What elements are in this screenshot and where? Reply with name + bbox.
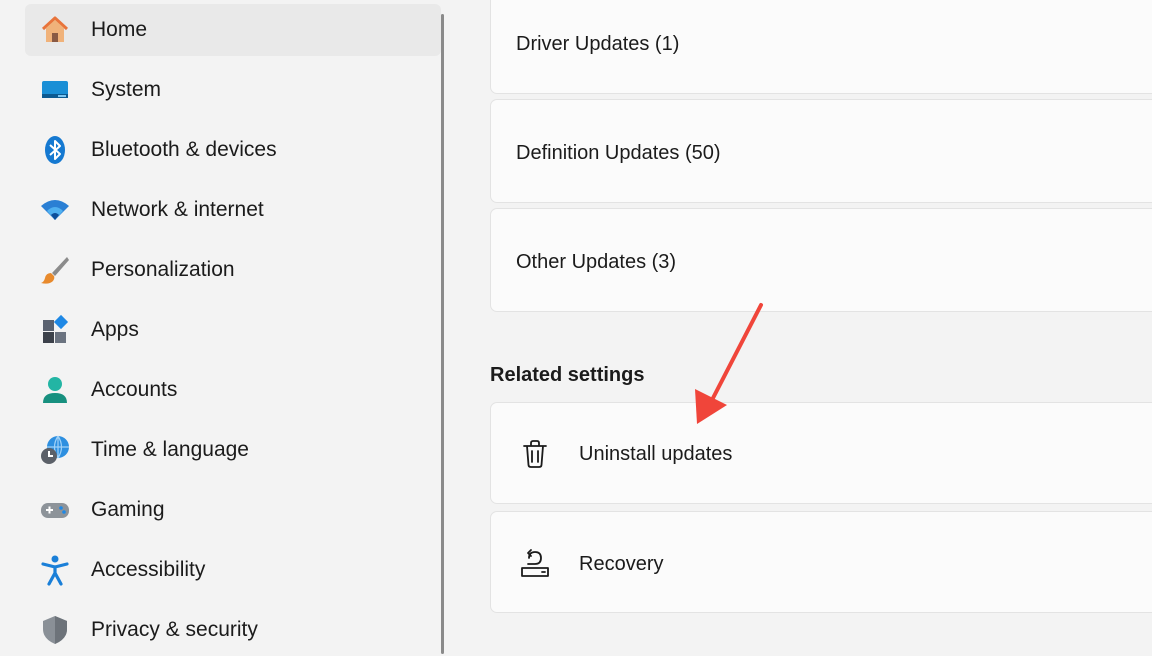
related-settings-title: Related settings bbox=[490, 364, 645, 386]
sidebar-item-accessibility[interactable]: Accessibility bbox=[25, 544, 441, 596]
card-label: Driver Updates (1) bbox=[516, 33, 680, 55]
uninstall-updates-card[interactable]: Uninstall updates bbox=[490, 402, 1152, 504]
wifi-icon bbox=[39, 194, 71, 226]
driver-updates-card[interactable]: Driver Updates (1) bbox=[490, 0, 1152, 94]
system-icon bbox=[39, 74, 71, 106]
recovery-card[interactable]: Recovery bbox=[490, 511, 1152, 613]
sidebar-item-label: Network & internet bbox=[91, 198, 264, 221]
other-updates-card[interactable]: Other Updates (3) bbox=[490, 208, 1152, 312]
card-label: Other Updates (3) bbox=[516, 251, 677, 273]
sidebar-item-personalization[interactable]: Personalization bbox=[25, 244, 441, 296]
shield-icon bbox=[39, 614, 71, 646]
sidebar-item-label: Privacy & security bbox=[91, 618, 258, 641]
sidebar-item-accounts[interactable]: Accounts bbox=[25, 364, 441, 416]
sidebar-item-label: System bbox=[91, 78, 162, 101]
sidebar-item-label: Personalization bbox=[91, 258, 235, 281]
sidebar-item-label: Accessibility bbox=[91, 558, 206, 581]
sidebar-item-label: Time & language bbox=[91, 438, 249, 461]
sidebar-item-label: Apps bbox=[91, 318, 139, 341]
sidebar-item-label: Home bbox=[91, 18, 148, 41]
sidebar-item-label: Gaming bbox=[91, 498, 165, 521]
recovery-icon bbox=[515, 543, 555, 583]
sidebar-item-privacy-security[interactable]: Privacy & security bbox=[25, 604, 441, 656]
sidebar-item-network[interactable]: Network & internet bbox=[25, 184, 441, 236]
sidebar-item-home[interactable]: Home bbox=[25, 4, 441, 56]
sidebar-item-bluetooth[interactable]: Bluetooth & devices bbox=[25, 124, 441, 176]
accessibility-icon bbox=[39, 554, 71, 586]
bluetooth-icon bbox=[39, 134, 71, 166]
sidebar-item-time-language[interactable]: Time & language bbox=[25, 424, 441, 476]
sidebar-item-gaming[interactable]: Gaming bbox=[25, 484, 441, 536]
card-label: Definition Updates (50) bbox=[516, 142, 721, 164]
sidebar-item-label: Bluetooth & devices bbox=[91, 138, 277, 161]
trash-icon bbox=[515, 434, 555, 474]
definition-updates-card[interactable]: Definition Updates (50) bbox=[490, 99, 1152, 203]
card-label: Recovery bbox=[579, 553, 664, 575]
sidebar-item-system[interactable]: System bbox=[25, 64, 441, 116]
card-label: Uninstall updates bbox=[579, 443, 733, 465]
brush-icon bbox=[39, 254, 71, 286]
home-icon bbox=[39, 14, 71, 46]
sidebar-item-label: Accounts bbox=[91, 378, 178, 401]
globe-clock-icon bbox=[39, 434, 71, 466]
gamepad-icon bbox=[39, 494, 71, 526]
sidebar-item-apps[interactable]: Apps bbox=[25, 304, 441, 356]
main-content: Driver Updates (1) Definition Updates (5… bbox=[444, 0, 1152, 648]
account-icon bbox=[39, 374, 71, 406]
apps-icon bbox=[39, 314, 71, 346]
sidebar: Home System Bluetooth & devices Network … bbox=[0, 0, 442, 648]
